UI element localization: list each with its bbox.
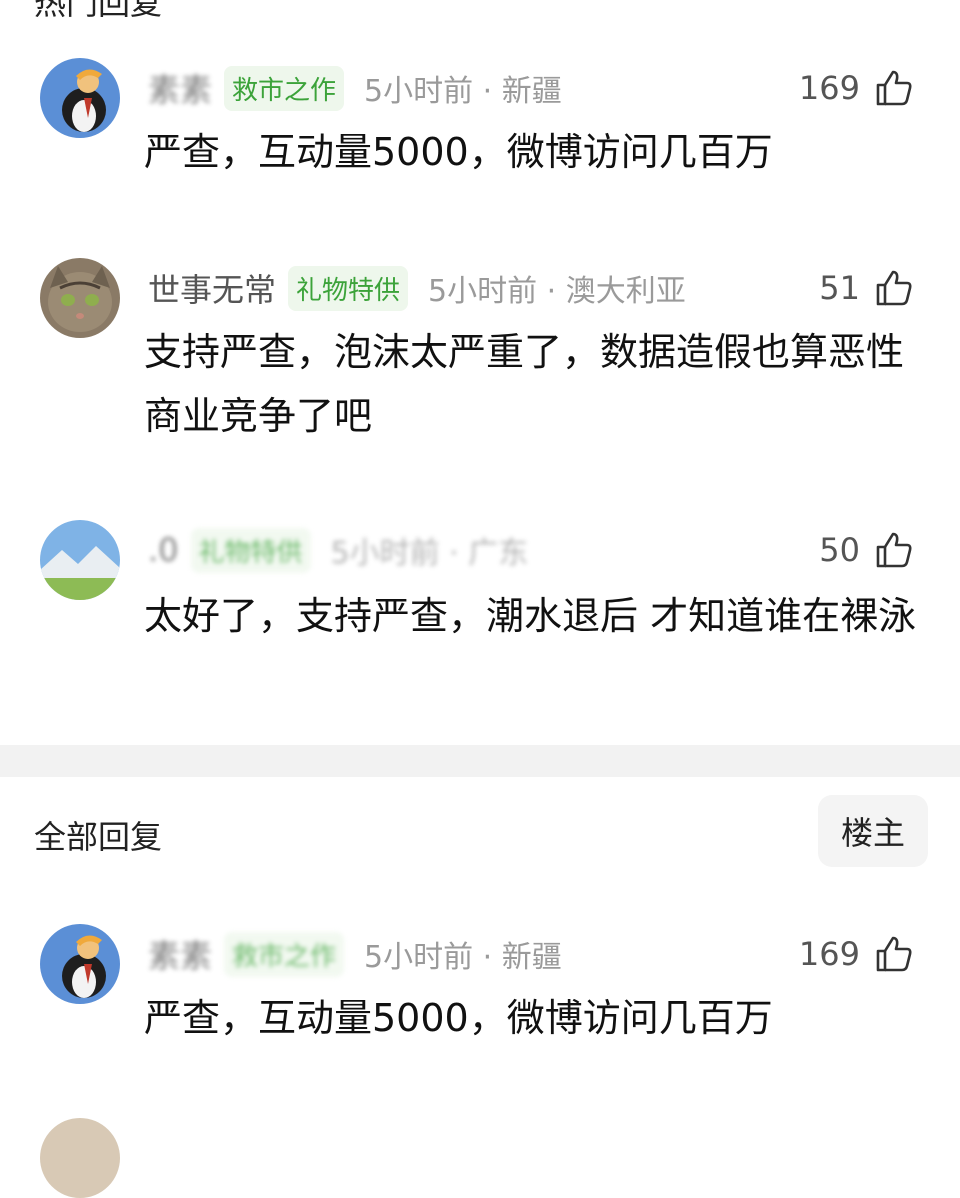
username[interactable]: .0	[148, 531, 179, 569]
time-location: 5小时前 · 新疆	[364, 940, 562, 975]
time-location: 5小时前 · 广东	[330, 536, 529, 571]
comment-text: 严查，互动量5000，微博访问几百万	[144, 996, 773, 1040]
like-button[interactable]: 169	[799, 932, 914, 976]
like-count: 169	[798, 935, 860, 973]
avatar[interactable]	[40, 924, 120, 1004]
like-button[interactable]: 51	[819, 266, 914, 310]
like-count: 50	[819, 531, 860, 569]
avatar[interactable]	[40, 520, 120, 600]
thumbs-up-icon	[876, 270, 912, 306]
thumbs-up-icon	[876, 532, 912, 568]
comment-text: 严查，互动量5000，微博访问几百万	[144, 130, 773, 174]
like-button[interactable]: 50	[819, 528, 914, 572]
username[interactable]: 世事无常	[148, 265, 276, 311]
avatar[interactable]	[40, 1118, 120, 1198]
thumbs-up-icon	[876, 70, 912, 106]
badge: 礼物特供	[190, 527, 311, 573]
like-button[interactable]: 169	[799, 66, 914, 110]
all-replies-title: 全部回复	[34, 818, 163, 856]
like-count: 51	[819, 269, 860, 307]
like-count: 169	[798, 69, 860, 107]
time-location: 5小时前 · 新疆	[364, 74, 562, 109]
section-divider	[0, 745, 960, 777]
hot-replies-title: 热门回复	[34, 0, 163, 22]
username[interactable]: 素素	[148, 931, 212, 977]
avatar[interactable]	[40, 58, 120, 138]
thumbs-up-icon	[876, 936, 912, 972]
badge: 救市之作	[224, 65, 345, 111]
avatar[interactable]	[40, 258, 120, 338]
comment-text: 太好了，支持严查，潮水退后 才知道谁在裸泳	[144, 594, 917, 638]
badge: 礼物特供	[288, 265, 409, 311]
badge: 救市之作	[224, 931, 345, 977]
time-location: 5小时前 · 澳大利亚	[428, 274, 686, 309]
owner-filter-button[interactable]: 楼主	[818, 795, 928, 867]
username[interactable]: 素素	[148, 65, 212, 111]
comment-text: 支持严查，泡沫太严重了，数据造假也算恶性商业竞争了吧	[144, 330, 905, 438]
